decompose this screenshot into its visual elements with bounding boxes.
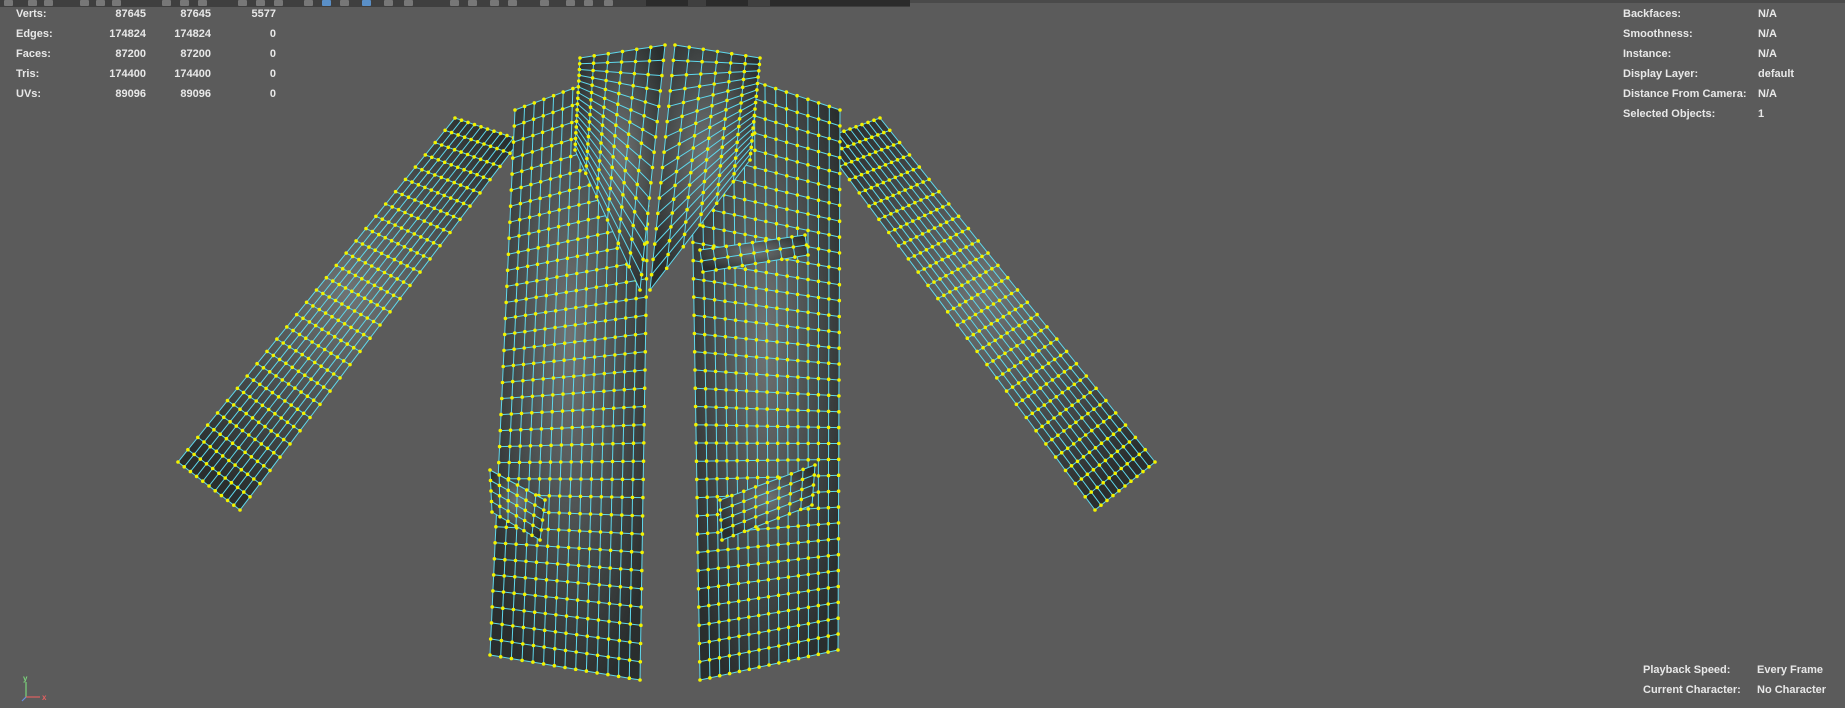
poly-count-selected-value: 87200 [180, 48, 211, 60]
object-detail-label: Instance: [1623, 48, 1672, 60]
poly-count-component-value: 0 [269, 68, 276, 80]
object-detail-value: default [1758, 68, 1795, 80]
poly-count-label: Verts: [16, 8, 47, 20]
poly-count-row: Tris: 174400 174400 0 [16, 68, 276, 88]
poly-count-selected-value: 174824 [174, 28, 211, 40]
viewport[interactable] [0, 0, 1845, 708]
poly-count-object-value: 87645 [115, 8, 146, 20]
object-detail-label: Distance From Camera: [1623, 88, 1747, 100]
poly-count-row: UVs: 89096 89096 0 [16, 88, 276, 108]
object-detail-row: Selected Objects: 1 [1623, 108, 1845, 128]
playback-hud: Playback Speed: Every Frame Current Charac… [1643, 664, 1845, 704]
jacket-mesh[interactable] [176, 43, 1157, 682]
object-detail-label: Backfaces: [1623, 8, 1682, 20]
object-detail-value: N/A [1758, 48, 1777, 60]
poly-count-selected-value: 174400 [174, 68, 211, 80]
object-detail-row: Distance From Camera: N/A [1623, 88, 1845, 108]
poly-count-component-value: 0 [269, 48, 276, 60]
object-detail-value: N/A [1758, 88, 1777, 100]
object-detail-value: N/A [1758, 28, 1777, 40]
object-detail-label: Selected Objects: [1623, 108, 1716, 120]
poly-count-label: UVs: [16, 88, 42, 100]
object-detail-row: Instance: N/A [1623, 48, 1845, 68]
poly-count-label: Edges: [16, 28, 53, 40]
poly-count-row: Faces: 87200 87200 0 [16, 48, 276, 68]
playback-row: Playback Speed: Every Frame [1643, 664, 1845, 684]
axis-x-label: x [42, 693, 47, 702]
left-sleeve-surface [178, 118, 520, 510]
poly-count-object-value: 87200 [115, 48, 146, 60]
playback-label: Current Character: [1643, 684, 1741, 696]
object-detail-value: N/A [1758, 8, 1777, 20]
poly-count-selected-value: 89096 [180, 88, 211, 100]
poly-count-label: Faces: [16, 48, 51, 60]
poly-count-component-value: 0 [269, 28, 276, 40]
object-detail-label: Display Layer: [1623, 68, 1699, 80]
object-detail-row: Display Layer: default [1623, 68, 1845, 88]
poly-count-row: Edges: 174824 174824 0 [16, 28, 276, 48]
poly-count-row: Verts: 87645 87645 5577 [16, 8, 276, 28]
playback-label: Playback Speed: [1643, 664, 1731, 676]
poly-count-component-value: 0 [269, 88, 276, 100]
poly-count-object-value: 89096 [115, 88, 146, 100]
object-details-hud: Backfaces: N/A Smoothness: N/A Instance: N/A D… [1623, 8, 1845, 128]
object-detail-label: Smoothness: [1623, 28, 1693, 40]
object-detail-value: 1 [1758, 108, 1765, 120]
poly-count-selected-value: 87645 [180, 8, 211, 20]
playback-row: Current Character: No Character [1643, 684, 1845, 704]
poly-count-object-value: 174824 [109, 28, 146, 40]
axis-gizmo: y x [21, 675, 47, 702]
object-detail-row: Backfaces: N/A [1623, 8, 1845, 28]
poly-count-hud: Verts: 87645 87645 5577 Edges: 174824 174824 0 F… [16, 8, 276, 108]
playback-value: No Character [1757, 684, 1827, 696]
poly-count-label: Tris: [16, 68, 40, 80]
axis-y-label: y [23, 675, 28, 683]
poly-count-component-value: 5577 [251, 8, 276, 20]
playback-value: Every Frame [1757, 664, 1824, 676]
right-sleeve-surface [820, 118, 1155, 510]
object-detail-row: Smoothness: N/A [1623, 28, 1845, 48]
poly-count-object-value: 174400 [109, 68, 146, 80]
